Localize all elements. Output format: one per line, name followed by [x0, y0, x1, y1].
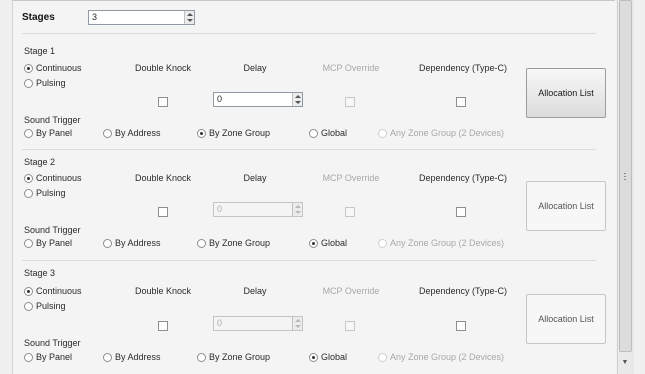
stage-2-dependency-header: Dependency (Type-C)	[418, 173, 508, 183]
stage-2-any-zone-group-label: Any Zone Group (2 Devices)	[390, 238, 505, 248]
stage-2-continuous-label: Continuous	[36, 173, 82, 183]
stage-3-continuous-label: Continuous	[36, 286, 82, 296]
stage-3-title: Stage 3	[24, 268, 56, 278]
scroll-down-arrow-icon[interactable]: ▼	[620, 358, 630, 368]
stages-count-value: 3	[92, 12, 98, 22]
stage-3-double-knock-header: Double Knock	[134, 286, 192, 296]
stage-2-dependency-checkbox[interactable]	[456, 207, 466, 217]
stage-1-sound-trigger-label: Sound Trigger	[24, 115, 81, 125]
stage-1-pulsing-radio[interactable]	[24, 79, 33, 88]
stage-3-allocation-list-button[interactable]: Allocation List	[526, 294, 606, 344]
scrollbar-grip-line	[624, 176, 626, 177]
stage-2-mcp-override-checkbox[interactable]	[345, 207, 355, 217]
stage-2-title: Stage 2	[24, 157, 56, 167]
stage-2-by-address-radio[interactable]	[103, 239, 112, 248]
stages-count-spinner[interactable]	[184, 11, 194, 24]
stage-1-allocation-list-button[interactable]: Allocation List	[526, 68, 606, 118]
stage-1-pulsing-label: Pulsing	[36, 78, 66, 88]
stage-1-delay-value: 0	[217, 94, 223, 104]
stage-1-dependency-checkbox[interactable]	[456, 97, 466, 107]
stage-1-delay-spinner[interactable]	[292, 93, 302, 106]
stage-3-by-zone-group-label: By Zone Group	[209, 352, 271, 362]
stage-3-by-address-radio[interactable]	[103, 353, 112, 362]
stage-1-mcp-override-checkbox[interactable]	[345, 97, 355, 107]
stage-1-continuous-label: Continuous	[36, 63, 82, 73]
stage-2-sound-trigger-label: Sound Trigger	[24, 225, 81, 235]
stage-3-global-radio[interactable]	[309, 353, 318, 362]
stage-2-delay-input[interactable]: 0	[213, 202, 303, 217]
stage-1-divider	[22, 33, 596, 34]
stage-2-allocation-list-button[interactable]: Allocation List	[526, 181, 606, 231]
stage-3-continuous-radio[interactable]	[24, 287, 33, 296]
stage-2-by-address-label: By Address	[115, 238, 161, 248]
stage-2-mcp-override-header: MCP Override	[322, 173, 380, 183]
stage-1-by-address-radio[interactable]	[103, 129, 112, 138]
stage-1-any-zone-group-label: Any Zone Group (2 Devices)	[390, 128, 505, 138]
stage-2-delay-header: Delay	[243, 173, 267, 183]
stage-2-any-zone-group-radio[interactable]	[378, 239, 387, 248]
stage-1-dependency-header: Dependency (Type-C)	[418, 63, 508, 73]
stage-1-title: Stage 1	[24, 46, 56, 56]
stage-3-mcp-override-checkbox[interactable]	[345, 321, 355, 331]
stage-2-divider	[22, 149, 596, 150]
stage-1-mcp-override-header: MCP Override	[322, 63, 380, 73]
stages-label: Stages	[22, 12, 55, 23]
stage-2-delay-value: 0	[217, 204, 223, 214]
stage-2-by-panel-label: By Panel	[36, 238, 73, 248]
stage-3-delay-value: 0	[217, 318, 223, 328]
stage-2-continuous-radio[interactable]	[24, 174, 33, 183]
stage-2-double-knock-header: Double Knock	[134, 173, 192, 183]
stage-2-global-radio[interactable]	[309, 239, 318, 248]
stage-3-delay-input[interactable]: 0	[213, 316, 303, 331]
stage-3-pulsing-radio[interactable]	[24, 302, 33, 311]
stage-3-by-panel-label: By Panel	[36, 352, 73, 362]
stage-3-global-label: Global	[321, 352, 348, 362]
scrollbar-grip-line	[624, 179, 626, 180]
stage-2-pulsing-label: Pulsing	[36, 188, 66, 198]
stage-2-by-panel-radio[interactable]	[24, 239, 33, 248]
stages-count-input[interactable]: 3	[88, 10, 195, 25]
stage-1-delay-header: Delay	[243, 63, 267, 73]
stage-3-by-address-label: By Address	[115, 352, 161, 362]
stage-3-sound-trigger-label: Sound Trigger	[24, 338, 81, 348]
stage-3-pulsing-label: Pulsing	[36, 301, 66, 311]
stage-3-by-panel-radio[interactable]	[24, 353, 33, 362]
stage-3-mcp-override-header: MCP Override	[322, 286, 380, 296]
stage-1-delay-input[interactable]: 0	[213, 92, 303, 107]
stage-1-by-panel-label: By Panel	[36, 128, 73, 138]
panel-top-border	[12, 0, 615, 1]
stage-1-by-address-label: By Address	[115, 128, 161, 138]
stage-2-global-label: Global	[321, 238, 348, 248]
stage-2-delay-spinner[interactable]	[292, 203, 302, 216]
stage-2-pulsing-radio[interactable]	[24, 189, 33, 198]
stage-1-global-radio[interactable]	[309, 129, 318, 138]
stage-1-by-zone-group-radio[interactable]	[197, 129, 206, 138]
stage-2-by-zone-group-radio[interactable]	[197, 239, 206, 248]
stage-3-delay-header: Delay	[243, 286, 267, 296]
stage-1-any-zone-group-radio[interactable]	[378, 129, 387, 138]
stage-2-by-zone-group-label: By Zone Group	[209, 238, 271, 248]
stage-3-any-zone-group-radio[interactable]	[378, 353, 387, 362]
stage-3-by-zone-group-radio[interactable]	[197, 353, 206, 362]
stage-3-divider	[22, 260, 596, 261]
stage-3-dependency-header: Dependency (Type-C)	[418, 286, 508, 296]
stage-1-by-zone-group-label: By Zone Group	[209, 128, 271, 138]
stage-3-any-zone-group-label: Any Zone Group (2 Devices)	[390, 352, 505, 362]
stage-1-global-label: Global	[321, 128, 348, 138]
stage-1-by-panel-radio[interactable]	[24, 129, 33, 138]
stage-3-double-knock-checkbox[interactable]	[158, 321, 168, 331]
stage-1-continuous-radio[interactable]	[24, 64, 33, 73]
stage-2-double-knock-checkbox[interactable]	[158, 207, 168, 217]
stage-3-dependency-checkbox[interactable]	[456, 321, 466, 331]
stage-1-double-knock-checkbox[interactable]	[158, 97, 168, 107]
scrollbar-grip-line	[624, 173, 626, 174]
stage-3-delay-spinner[interactable]	[292, 317, 302, 330]
window-right-edge	[636, 0, 645, 374]
stage-1-double-knock-header: Double Knock	[134, 63, 192, 73]
